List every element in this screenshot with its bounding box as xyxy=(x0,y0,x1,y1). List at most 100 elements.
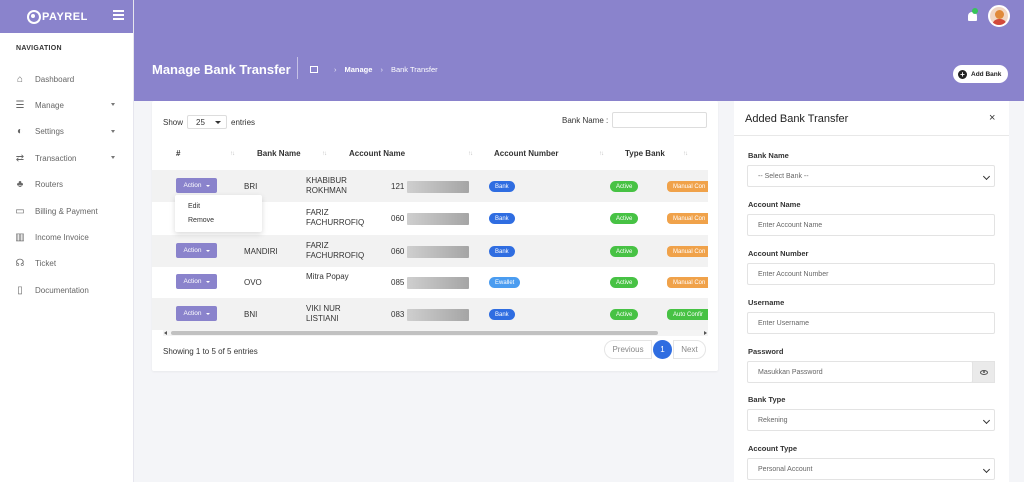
action-dropdown-menu: Edit Remove xyxy=(175,195,262,232)
account-number-label: Account Number xyxy=(748,249,809,258)
menu-toggle-icon[interactable] xyxy=(113,10,124,20)
nav-list: ⌂ Dashboard ☰ Manage ◐ Settings ⇄ Transaction ♣ R… xyxy=(0,66,133,304)
column-header-account-number[interactable]: Account Number xyxy=(494,149,558,158)
action-label: Action xyxy=(183,310,202,317)
chevron-down-icon xyxy=(205,249,210,252)
nav-title: NAVIGATION xyxy=(16,45,62,52)
column-header-index[interactable]: # xyxy=(176,149,180,158)
account-name-cell: FARIZ FACHURROFIQ xyxy=(306,208,365,227)
add-bank-label: Add Bank xyxy=(971,70,1002,78)
sort-icon[interactable]: ↑↓ xyxy=(599,151,604,157)
sidebar-item-transaction[interactable]: ⇄ Transaction xyxy=(0,145,133,171)
sidebar-item-income-invoice[interactable]: ▥ Income Invoice xyxy=(0,224,133,250)
sort-icon[interactable]: ↑↓ xyxy=(683,151,688,157)
password-input[interactable]: Masukkan Password xyxy=(747,361,973,383)
bank-type-badge: Ewallet xyxy=(489,277,521,288)
dropdown-remove[interactable]: Remove xyxy=(188,217,214,224)
action-button[interactable]: Action xyxy=(176,274,217,289)
headset-icon: ☊ xyxy=(15,258,25,270)
pagination-page-1[interactable]: 1 xyxy=(653,340,672,359)
confirmation-mode-badge: Auto Confir xyxy=(667,309,708,320)
bank-name-select[interactable]: -- Select Bank -- xyxy=(747,165,995,187)
bank-name-filter-label: Bank Name : xyxy=(562,115,609,125)
sidebar-item-label: Dashboard xyxy=(35,74,75,84)
chevron-right-icon: › xyxy=(334,65,337,74)
bank-name-filter-input[interactable] xyxy=(612,112,708,128)
status-badge: Active xyxy=(610,309,639,320)
sidebar-item-billing-payment[interactable]: ▭ Billing & Payment xyxy=(0,198,133,224)
bank-name-filter: Bank Name : xyxy=(562,112,708,128)
masked-account-number xyxy=(407,213,469,225)
table-row: Action MANDIRI FARIZ FACHURROFIQ 060 Bank Act… xyxy=(152,235,708,267)
home-icon[interactable] xyxy=(310,66,318,73)
list-icon: ☰ xyxy=(15,100,25,112)
added-bank-transfer-panel: Added Bank Transfer × Bank Name -- Select… xyxy=(734,101,1009,482)
account-number-cell: 060 xyxy=(391,214,405,223)
column-header-account-name[interactable]: Account Name xyxy=(349,149,405,158)
chevron-down-icon xyxy=(111,129,115,133)
sort-icon[interactable]: ↑↓ xyxy=(230,151,235,157)
entries-label: entries xyxy=(231,117,256,127)
bank-type-label: Bank Type xyxy=(748,395,786,404)
masked-account-number xyxy=(407,277,469,289)
bank-name-cell: BRI xyxy=(244,182,258,191)
account-name-input[interactable]: Enter Account Name xyxy=(747,214,995,236)
plus-icon: + xyxy=(958,69,967,79)
username-input[interactable]: Enter Username xyxy=(747,312,995,334)
avatar[interactable] xyxy=(988,5,1010,27)
account-name-cell: FARIZ FACHURROFIQ xyxy=(306,241,365,260)
confirmation-mode-badge: Manual Con xyxy=(667,246,708,257)
sidebar: PAYREL NAVIGATION ⌂ Dashboard ☰ Manage ◐ Sett… xyxy=(0,0,134,482)
dropdown-edit[interactable]: Edit xyxy=(188,203,200,210)
close-icon[interactable]: × xyxy=(989,112,995,124)
bank-name-label: Bank Name xyxy=(748,151,789,160)
scrollbar-thumb[interactable] xyxy=(171,331,658,335)
bank-transfer-card: Show 25 entries Bank Name : # ↑↓ Bank Na… xyxy=(152,101,718,371)
scroll-right-icon[interactable] xyxy=(704,331,707,335)
breadcrumb-manage[interactable]: Manage xyxy=(345,65,373,74)
logo[interactable]: PAYREL xyxy=(27,9,88,24)
action-label: Action xyxy=(183,247,202,254)
add-bank-button[interactable]: + Add Bank xyxy=(953,65,1009,83)
chevron-down-icon xyxy=(111,103,115,107)
panel-title: Added Bank Transfer xyxy=(745,113,849,125)
account-type-select[interactable]: Personal Account xyxy=(747,458,995,480)
pagination-previous[interactable]: Previous xyxy=(604,340,652,359)
sidebar-item-dashboard[interactable]: ⌂ Dashboard xyxy=(0,66,133,92)
entries-control: Show 25 entries xyxy=(163,115,255,129)
column-header-bank-name[interactable]: Bank Name xyxy=(257,149,301,158)
horizontal-scrollbar[interactable] xyxy=(163,330,708,336)
password-label: Password xyxy=(748,347,784,356)
column-header-type-bank[interactable]: Type Bank xyxy=(625,149,665,158)
account-name-label: Account Name xyxy=(748,200,801,209)
pagination-next[interactable]: Next xyxy=(673,340,706,359)
action-button[interactable]: Action xyxy=(176,178,217,193)
sidebar-item-settings[interactable]: ◐ Settings xyxy=(0,119,133,145)
action-button[interactable]: Action xyxy=(176,306,217,321)
sitemap-icon: ♣ xyxy=(16,179,24,191)
sidebar-item-routers[interactable]: ♣ Routers xyxy=(0,172,133,198)
confirmation-mode-badge: Manual Con xyxy=(667,277,708,288)
status-badge: Active xyxy=(610,213,639,224)
sort-icon[interactable]: ↑↓ xyxy=(468,151,473,157)
account-name-cell: KHABIBUR ROKHMAN xyxy=(306,176,347,195)
account-number-input[interactable]: Enter Account Number xyxy=(747,263,995,285)
status-badge: Active xyxy=(610,181,639,192)
logo-mark-icon xyxy=(27,9,41,24)
bank-type-select[interactable]: Rekening xyxy=(747,409,995,431)
entries-select[interactable]: 25 xyxy=(187,115,228,129)
sidebar-item-ticket[interactable]: ☊ Ticket xyxy=(0,251,133,277)
username-label: Username xyxy=(748,298,785,307)
sidebar-item-manage[interactable]: ☰ Manage xyxy=(0,92,133,118)
table-info: Showing 1 to 5 of 5 entries xyxy=(163,347,258,356)
masked-account-number xyxy=(407,246,469,258)
action-button[interactable]: Action xyxy=(176,243,217,258)
sort-icon[interactable]: ↑↓ xyxy=(322,151,327,157)
sidebar-item-documentation[interactable]: ▯ Documentation xyxy=(0,277,133,303)
scroll-left-icon[interactable] xyxy=(164,331,167,335)
notification-badge xyxy=(972,8,978,14)
show-password-button[interactable] xyxy=(972,361,995,383)
bank-type-badge: Bank xyxy=(489,246,515,257)
eye-icon xyxy=(979,369,988,375)
table-row: Action BNI VIKI NUR LISTIANI 083 Bank Active A… xyxy=(152,298,708,330)
